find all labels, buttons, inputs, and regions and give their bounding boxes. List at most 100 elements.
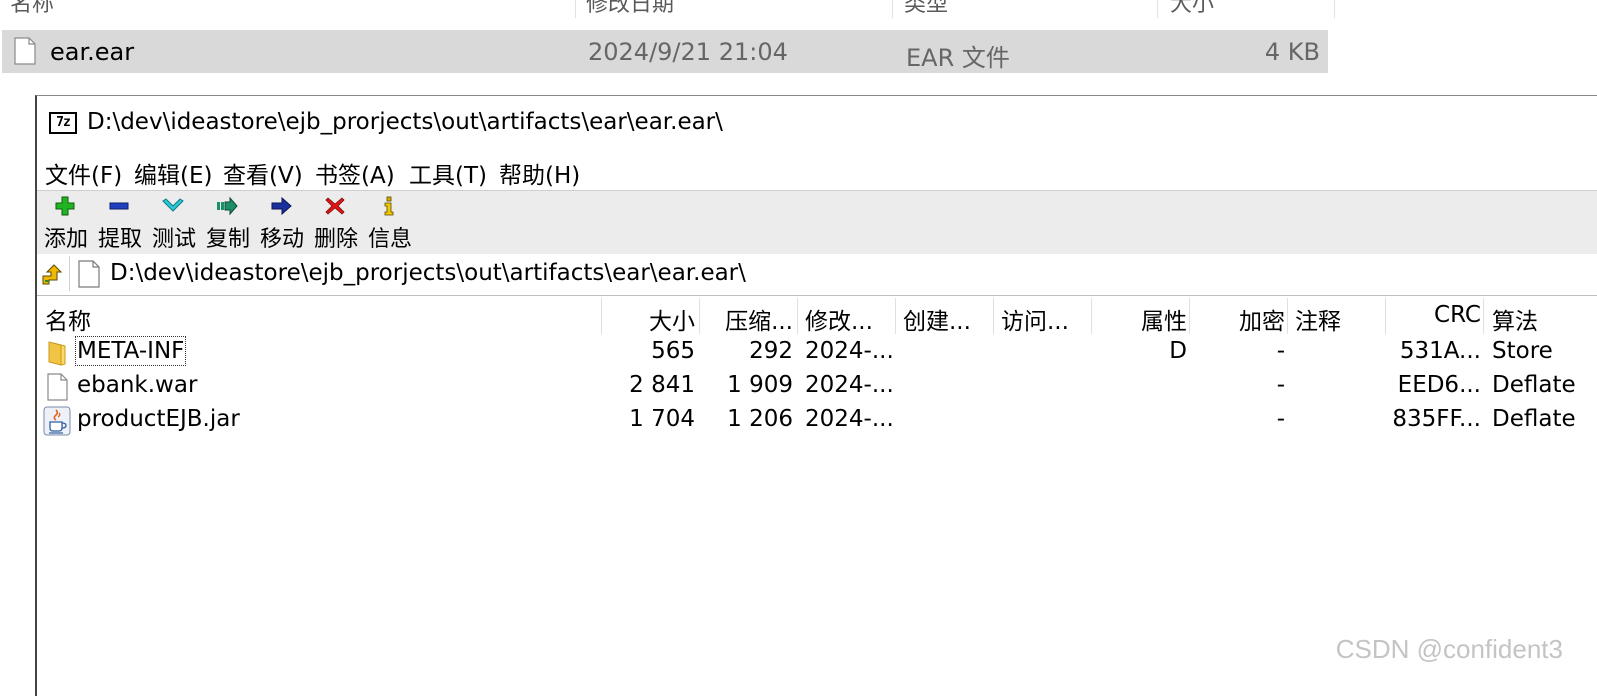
row-method: Store [1492, 338, 1553, 364]
explorer-col-size[interactable]: 大小 [1170, 0, 1214, 18]
extract-button[interactable]: 提取 [93, 191, 147, 253]
column-divider[interactable] [895, 298, 896, 334]
explorer-col-date[interactable]: 修改日期 [586, 0, 674, 18]
column-divider[interactable] [601, 298, 602, 334]
explorer-col-type[interactable]: 类型 [904, 0, 948, 18]
row-name: ebank.war [77, 372, 198, 398]
column-divider[interactable] [1189, 298, 1190, 334]
explorer-file-date: 2024/9/21 21:04 [588, 38, 788, 66]
column-divider[interactable] [1385, 298, 1386, 334]
menu-view[interactable]: 查看(V) [223, 156, 303, 190]
explorer-file-row[interactable]: ear.ear 2024/9/21 21:04 EAR 文件 4 KB [2, 30, 1328, 73]
list-column-header: 名称 大小 压缩... 修改... 创建... 访问... 属性 加密 注释 C… [37, 296, 1597, 336]
add-label: 添加 [43, 227, 88, 252]
menu-help[interactable]: 帮助(H) [499, 156, 580, 190]
col-size[interactable]: 大小 [649, 302, 695, 336]
row-crc: EED6... [1397, 372, 1481, 398]
row-crc: 531A... [1399, 338, 1481, 364]
col-packed[interactable]: 压缩... [725, 302, 793, 336]
row-encrypted: - [1276, 406, 1285, 432]
title-bar[interactable]: 7z D:\dev\ideastore\ejb_prorjects\out\ar… [37, 96, 1597, 154]
watermark: CSDN @confident3 [1335, 634, 1563, 664]
explorer-file-type: EAR 文件 [906, 44, 1010, 72]
col-encrypted[interactable]: 加密 [1239, 302, 1285, 336]
info-button[interactable]: 信息 [363, 191, 417, 253]
info-label: 信息 [367, 227, 412, 252]
copy-icon [217, 196, 238, 216]
table-row[interactable]: productEJB.jar 1 704 1 206 2024-... - 83… [37, 404, 1597, 438]
file-icon [47, 373, 68, 401]
column-divider[interactable] [1091, 298, 1092, 334]
archive-window: 7z D:\dev\ideastore\ejb_prorjects\out\ar… [35, 95, 1597, 696]
address-input[interactable]: D:\dev\ideastore\ejb_prorjects\out\artif… [69, 256, 1597, 291]
column-divider [575, 0, 576, 18]
row-packed: 1 909 [727, 372, 793, 398]
row-modified: 2024-... [805, 372, 894, 398]
col-accessed[interactable]: 访问... [1001, 302, 1069, 336]
row-encrypted: - [1276, 372, 1285, 398]
row-attributes: D [1169, 338, 1187, 364]
column-divider[interactable] [993, 298, 994, 334]
delete-label: 删除 [313, 227, 358, 252]
col-crc[interactable]: CRC [1434, 302, 1481, 328]
move-button[interactable]: 移动 [255, 191, 309, 253]
column-divider [1334, 0, 1335, 18]
row-name: productEJB.jar [77, 406, 240, 432]
column-divider[interactable] [1287, 298, 1288, 334]
col-attributes[interactable]: 属性 [1141, 302, 1187, 336]
column-divider [892, 0, 893, 18]
col-method[interactable]: 算法 [1492, 302, 1538, 336]
row-modified: 2024-... [805, 406, 894, 432]
explorer-column-header: 名称 修改日期 类型 大小 [0, 0, 1340, 18]
extract-label: 提取 [97, 227, 142, 252]
col-created[interactable]: 创建... [903, 302, 971, 336]
explorer-file-size: 4 KB [1264, 38, 1320, 66]
menu-edit[interactable]: 编辑(E) [134, 156, 212, 190]
col-comment[interactable]: 注释 [1295, 302, 1341, 336]
address-text: D:\dev\ideastore\ejb_prorjects\out\artif… [110, 260, 746, 286]
row-encrypted: - [1276, 338, 1285, 364]
table-row[interactable]: META-INF 565 292 2024-... D - 531A... St… [37, 336, 1597, 370]
row-packed: 1 206 [727, 406, 793, 432]
extract-icon [109, 202, 129, 210]
address-bar: D:\dev\ideastore\ejb_prorjects\out\artif… [37, 254, 1597, 296]
7zip-logo-icon: 7z [49, 112, 77, 134]
row-method: Deflate [1492, 406, 1576, 432]
java-icon [43, 406, 71, 436]
delete-icon [325, 197, 345, 215]
menu-bookmarks[interactable]: 书签(A) [315, 156, 395, 190]
col-name[interactable]: 名称 [45, 302, 91, 336]
copy-button[interactable]: 复制 [201, 191, 255, 253]
row-modified: 2024-... [805, 338, 894, 364]
row-method: Deflate [1492, 372, 1576, 398]
info-icon [384, 196, 394, 216]
column-divider[interactable] [699, 298, 700, 334]
explorer-file-name: ear.ear [50, 38, 135, 66]
row-crc: 835FF... [1392, 406, 1481, 432]
explorer-col-name[interactable]: 名称 [10, 0, 54, 18]
row-size: 2 841 [629, 372, 695, 398]
add-button[interactable]: 添加 [39, 191, 93, 253]
window-title: D:\dev\ideastore\ejb_prorjects\out\artif… [87, 109, 723, 135]
menu-file[interactable]: 文件(F) [45, 156, 122, 190]
file-icon [14, 37, 36, 65]
test-button[interactable]: 测试 [147, 191, 201, 253]
file-icon [78, 260, 100, 288]
table-row[interactable]: ebank.war 2 841 1 909 2024-... - EED6...… [37, 370, 1597, 404]
menu-tools[interactable]: 工具(T) [409, 156, 487, 190]
row-size: 565 [651, 338, 695, 364]
col-modified[interactable]: 修改... [805, 302, 873, 336]
add-icon [55, 196, 75, 216]
up-folder-icon[interactable] [39, 262, 65, 288]
column-divider[interactable] [1483, 298, 1484, 334]
folder-icon [48, 341, 66, 366]
move-label: 移动 [259, 227, 304, 252]
row-name: META-INF [74, 336, 187, 366]
column-divider[interactable] [797, 298, 798, 334]
row-size: 1 704 [629, 406, 695, 432]
delete-button[interactable]: 删除 [309, 191, 363, 253]
test-label: 测试 [151, 227, 196, 252]
row-packed: 292 [749, 338, 793, 364]
menu-bar: 文件(F) 编辑(E) 查看(V) 书签(A) 工具(T) 帮助(H) [37, 154, 1597, 189]
toolbar: 添加 提取 测试 复制 移动 删除 信息 [37, 190, 1597, 255]
